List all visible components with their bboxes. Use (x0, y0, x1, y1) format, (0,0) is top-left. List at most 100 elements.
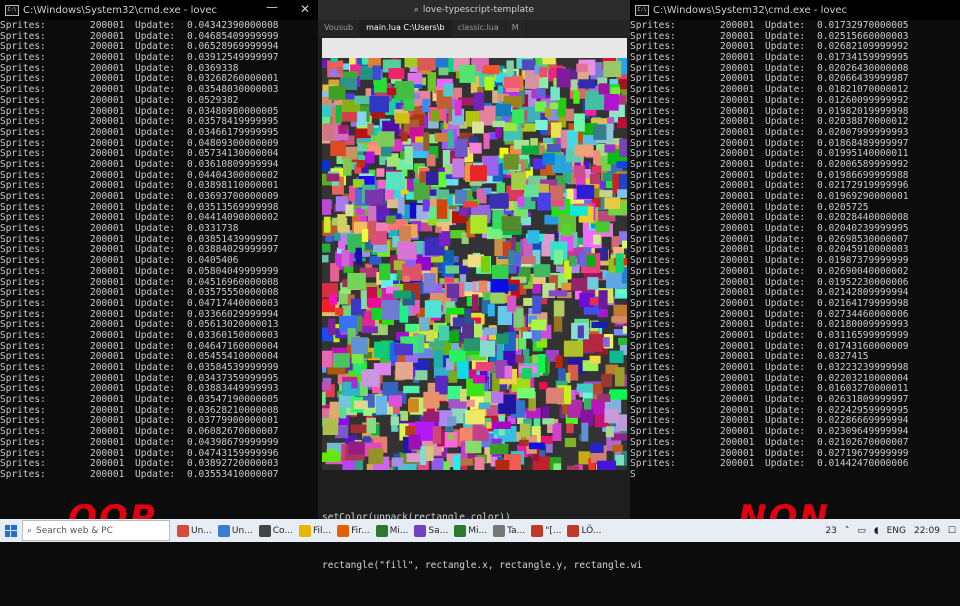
network-icon[interactable]: ▭ (857, 526, 866, 536)
left-console-titlebar[interactable]: C:\ C:\Windows\System32\cmd.exe - lovec … (0, 0, 318, 20)
notification-count[interactable]: 23 (825, 526, 836, 536)
console-count: 200001 (720, 436, 755, 448)
editor-titlebar[interactable]: ⌕ love-typescript-template (318, 0, 630, 20)
editor-window[interactable]: ⌕ love-typescript-template Vousub main.l… (318, 0, 642, 571)
console-key: Update: (135, 297, 176, 309)
taskbar-app-button[interactable]: Co... (258, 524, 293, 537)
console-key: Update: (765, 458, 806, 470)
console-row: Sprites: 200001 Update: 0.02102670000007 (630, 436, 960, 449)
console-count: 200001 (90, 126, 125, 138)
console-value: 0.03553410000007 (187, 468, 279, 480)
app-icon (493, 524, 506, 537)
console-label: Sprites: (630, 265, 676, 277)
cmd-icon: C:\ (5, 4, 19, 16)
console-key: Update: (765, 126, 806, 138)
game-window-titlebar[interactable] (322, 38, 627, 58)
console-row: Sprites: 200001 Update: 0.04398679999999 (0, 436, 318, 449)
cmd-icon: C:\ (635, 4, 649, 16)
taskbar-app-button[interactable]: "[... (531, 524, 562, 537)
console-row: Sprites: 200001 Update: 0.01260099999992 (630, 94, 960, 107)
app-icon (337, 524, 350, 537)
console-count: 200001 (90, 265, 125, 277)
console-count: 200001 (720, 126, 755, 138)
console-label: Sprites: (0, 126, 46, 138)
taskbar-app-label: "[... (545, 525, 562, 536)
app-icon (531, 524, 544, 537)
console-label: Sprites: (0, 94, 46, 106)
console-row: Sprites: 200001 Update: 0.02690040000002 (630, 265, 960, 278)
taskbar-app-label: Ta... (507, 525, 526, 536)
console-value: 0.0529382 (187, 94, 239, 106)
app-icon (375, 524, 388, 537)
console-row: Sprites: 200001 Update: 0.02007999999993 (630, 126, 960, 139)
console-value: 0.01442470000006 (817, 458, 909, 470)
search-icon: ⌕ (27, 525, 33, 536)
game-canvas (322, 58, 627, 470)
console-label: Sprites: (630, 126, 676, 138)
right-console-title: C:\Windows\System32\cmd.exe - lovec (653, 4, 848, 16)
taskbar-app-button[interactable]: Fil... (298, 524, 332, 537)
console-key: Update: (765, 297, 806, 309)
windows-start-button[interactable] (0, 519, 22, 542)
console-value: 0.03466179999995 (187, 126, 279, 138)
console-row: Sprites: 200001 Update: 0.03553410000007 (0, 468, 318, 481)
app-icon (177, 524, 189, 537)
console-key: Update: (135, 126, 176, 138)
taskbar-app-button[interactable]: Fir... (337, 524, 370, 537)
notifications-icon[interactable]: ☐ (948, 526, 956, 536)
console-key: Update: (135, 468, 176, 480)
minimize-icon[interactable]: — (266, 0, 278, 14)
editor-tabs: Vousub main.lua C:\Users\b classic.lua M (318, 20, 630, 37)
app-icon (258, 524, 271, 537)
console-count: 200001 (90, 436, 125, 448)
app-icon (298, 524, 311, 537)
left-console-output: Sprites: 200001 Update: 0.04342390000008 Spr… (0, 20, 318, 481)
console-count: 200001 (720, 458, 755, 470)
tab-main-lua[interactable]: main.lua C:\Users\b (360, 20, 452, 37)
taskbar-search-box[interactable]: ⌕ Search web & PC (22, 520, 170, 541)
taskbar-app-button[interactable]: Un... (217, 524, 253, 537)
app-icon (217, 524, 230, 537)
console-value: 0.02007999999993 (817, 126, 909, 138)
console-count: 200001 (90, 297, 125, 309)
taskbar-app-label: Fir... (351, 525, 370, 536)
console-row: Sprites: 200001 Update: 0.04717440000003 (0, 297, 318, 310)
taskbar-app-button[interactable]: Mi... (454, 524, 488, 537)
console-value: 0.02690040000002 (817, 265, 909, 277)
taskbar-app-label: Sa... (428, 525, 449, 536)
taskbar-app-label: Mi... (468, 525, 488, 536)
app-icon (567, 524, 580, 537)
left-console-window[interactable]: C:\ C:\Windows\System32\cmd.exe - lovec … (0, 0, 318, 519)
clock[interactable]: 22:09 (914, 526, 940, 536)
taskbar-app-button[interactable]: Ta... (493, 524, 526, 537)
console-row: Sprites: 200001 Update: 0.05804049999999 (0, 265, 318, 278)
taskbar-app-button[interactable]: Un... (177, 524, 212, 537)
taskbar-app-button[interactable]: LÖ... (567, 524, 602, 537)
taskbar-app-label: LÖ... (581, 525, 602, 536)
taskbar-app-button[interactable]: Sa... (414, 524, 449, 537)
tab-classic-lua[interactable]: classic.lua (452, 20, 506, 37)
console-count: 200001 (90, 94, 125, 106)
taskbar-app-button[interactable]: Mi... (375, 524, 408, 537)
console-value: 0.01260099999992 (817, 94, 909, 106)
app-icon (454, 524, 467, 537)
console-row: Sprites: 200001 Update: 0.0529382 (0, 94, 318, 107)
console-count: 200001 (720, 94, 755, 106)
right-console-window[interactable]: C:\ C:\Windows\System32\cmd.exe - lovec … (630, 0, 960, 519)
right-console-titlebar[interactable]: C:\ C:\Windows\System32\cmd.exe - lovec (630, 0, 960, 20)
console-count: 200001 (720, 297, 755, 309)
close-icon[interactable]: ✕ (300, 2, 310, 16)
volume-icon[interactable]: ◖ (874, 526, 879, 536)
tab-vousub[interactable]: Vousub (318, 20, 361, 37)
code-snippet: setColor(unpack(rectangle.color)) rectan… (322, 478, 642, 606)
console-label: Sprites: (0, 468, 46, 480)
console-row: Sprites: 200001 Update: 0.02164179999998 (630, 297, 960, 310)
code-line-2: rectangle("fill", rectangle.x, rectangle… (322, 560, 643, 571)
language-indicator[interactable]: ENG (887, 526, 906, 536)
taskbar-app-label: Co... (272, 525, 293, 536)
tab-more[interactable]: M (506, 20, 526, 37)
console-count: 200001 (720, 265, 755, 277)
console-value: 0.05804049999999 (187, 265, 279, 277)
taskbar-app-label: Fil... (312, 525, 332, 536)
chevron-up-icon[interactable]: ˄ (845, 526, 850, 536)
